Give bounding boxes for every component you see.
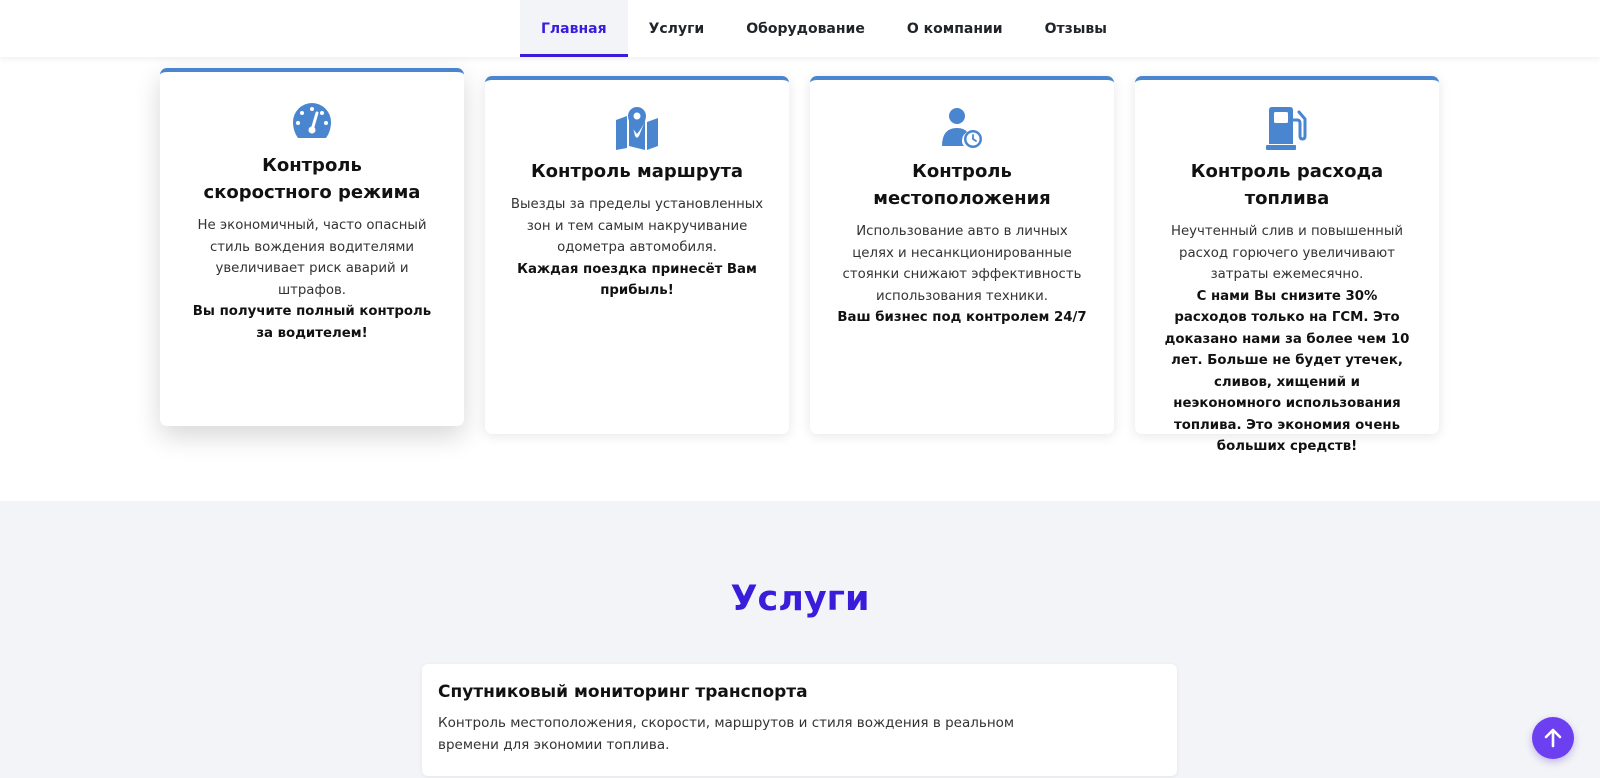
top-navbar: Главная Услуги Оборудование О компании О… [0,0,1600,57]
service-card[interactable]: Спутниковый мониторинг транспорта Контро… [422,664,1177,776]
scroll-to-top-button[interactable] [1532,717,1574,759]
feature-highlight: Ваш бизнес под контролем 24/7 [837,310,1087,325]
feature-title: Контроль маршрута [530,161,744,182]
feature-text: Использование авто в личных целях и неса… [842,224,1082,304]
feature-title: Контроль местоположения [873,161,1051,209]
feature-text: Не экономичный, часто опасный стиль вожд… [197,218,427,298]
feature-title: Контроль скоростного режима [203,155,421,203]
nav-menu: Главная Услуги Оборудование О компании О… [520,0,1128,57]
arrow-up-icon [1542,727,1564,749]
service-title: Спутниковый мониторинг транспорта [438,682,808,702]
nav-item-home[interactable]: Главная [520,0,628,57]
feature-highlight: Вы получите полный контроль за водителем… [192,304,432,341]
feature-highlight: Каждая поездка принесёт Вам прибыль! [517,261,757,299]
feature-title: Контроль расхода топлива [1190,161,1384,209]
feature-text: Неучтенный слив и повышенный расход горю… [1170,224,1403,282]
feature-card-route: Контроль маршрута Выезды за пределы уста… [485,76,789,434]
gas-pump-icon [1159,106,1415,150]
section-heading: Услуги [730,579,870,619]
feature-card-location: Контроль местоположения Использование ав… [810,76,1114,434]
map-pin-icon [509,106,765,150]
services-section: Услуги Спутниковый мониторинг транспорта… [0,501,1600,778]
nav-item-equipment[interactable]: Оборудование [725,0,886,57]
feature-card-speed: Контроль скоростного режима Не экономичн… [160,68,464,426]
user-clock-icon [834,106,1090,150]
service-description: Контроль местоположения, скорости, маршр… [438,715,1015,753]
speedometer-icon [184,100,440,144]
feature-card-fuel: Контроль расхода топлива Неучтенный слив… [1135,76,1439,454]
nav-item-about[interactable]: О компании [886,0,1024,57]
nav-item-reviews[interactable]: Отзывы [1024,0,1128,57]
feature-text: Выезды за пределы установленных зон и те… [510,197,764,255]
feature-highlight: С нами Вы снизите 30% расходов только на… [1164,288,1410,455]
nav-item-services[interactable]: Услуги [628,0,726,57]
